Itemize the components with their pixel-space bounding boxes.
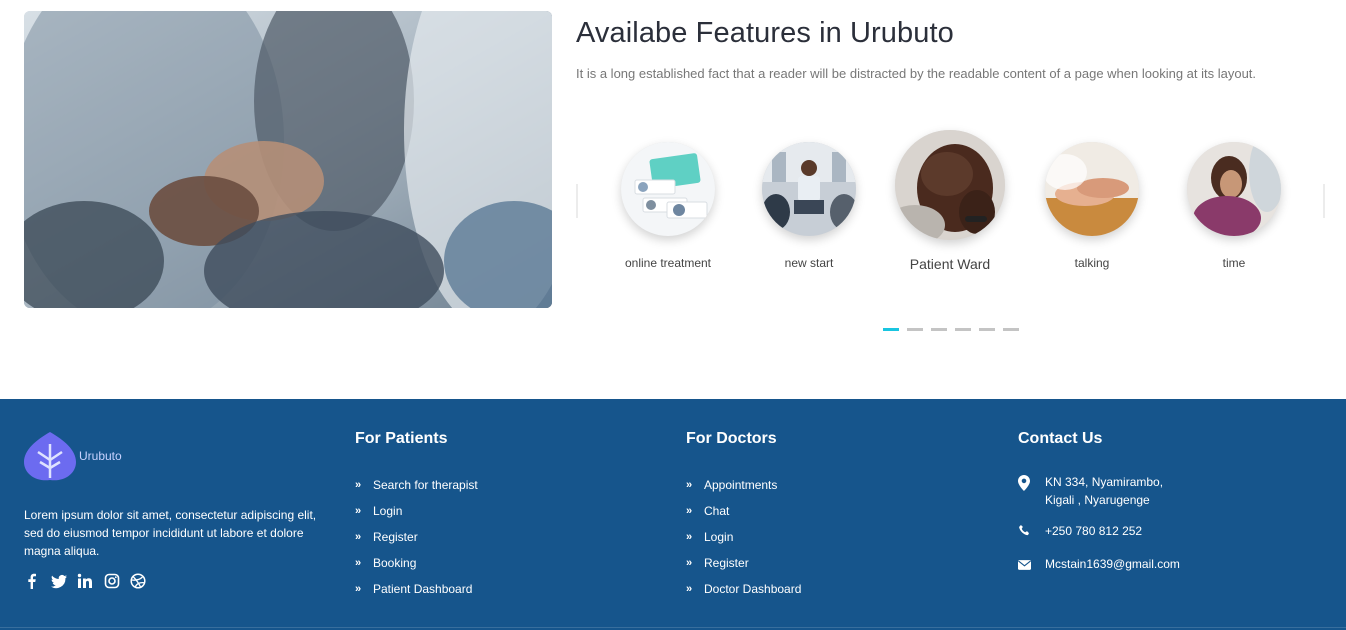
link-label[interactable]: Patient Dashboard <box>373 582 472 596</box>
features-title: Availabe Features in Urubuto <box>576 17 954 49</box>
feature-label: new start <box>784 256 834 270</box>
footer-divider <box>0 627 1346 628</box>
carousel-dot[interactable] <box>955 328 971 331</box>
brand-name[interactable]: Urubuto <box>79 449 122 463</box>
feature-online-treatment[interactable]: online treatment <box>598 142 738 270</box>
link-label[interactable]: Register <box>373 530 418 544</box>
footer-link[interactable]: » Patient Dashboard <box>355 576 478 602</box>
address-line-2: Kigali , Nyarugenge <box>1045 493 1150 507</box>
column-title: For Patients <box>355 430 448 447</box>
carousel-pagination <box>883 328 1019 331</box>
carousel-edge <box>1323 184 1325 218</box>
carousel-dot[interactable] <box>907 328 923 331</box>
footer-column-patients: For Patients » Search for therapist » Logi… <box>355 430 478 602</box>
double-chevron-right-icon: » <box>686 479 693 491</box>
address-line-1: KN 334, Nyamirambo, <box>1045 475 1164 489</box>
contact-email: Mcstain1639@gmail.com <box>1018 555 1180 575</box>
carousel-dot[interactable] <box>979 328 995 331</box>
footer-link[interactable]: » Doctor Dashboard <box>686 576 801 602</box>
link-label[interactable]: Search for therapist <box>373 478 478 492</box>
footer-link[interactable]: » Booking <box>355 550 478 576</box>
footer-link[interactable]: » Login <box>355 498 478 524</box>
online-treatment-image <box>621 142 715 236</box>
new-start-image <box>762 142 856 236</box>
carousel-edge <box>576 184 578 218</box>
contact-address: KN 334, Nyamirambo, Kigali , Nyarugenge <box>1018 473 1180 509</box>
footer-link[interactable]: » Chat <box>686 498 801 524</box>
double-chevron-right-icon: » <box>355 583 362 595</box>
instagram-icon[interactable] <box>104 571 131 591</box>
map-pin-icon <box>1018 473 1045 509</box>
feature-new-start[interactable]: new start <box>739 142 879 270</box>
feature-talking[interactable]: talking <box>1022 142 1162 270</box>
footer-link[interactable]: » Login <box>686 524 801 550</box>
talking-image <box>1045 142 1139 236</box>
footer-column-doctors: For Doctors » Appointments » Chat » Login »… <box>686 430 801 602</box>
urubuto-logo-icon[interactable] <box>24 430 76 482</box>
footer-link[interactable]: » Search for therapist <box>355 472 478 498</box>
facebook-icon[interactable] <box>24 571 51 591</box>
footer-about-text: Lorem ipsum dolor sit amet, consectetur … <box>24 508 317 558</box>
time-image <box>1187 142 1281 236</box>
footer-link[interactable]: » Register <box>355 524 478 550</box>
group-therapy-photo <box>24 11 552 308</box>
link-label[interactable]: Register <box>704 556 749 570</box>
dribbble-icon[interactable] <box>130 571 157 591</box>
feature-patient-ward[interactable]: Patient Ward <box>880 130 1020 272</box>
features-carousel[interactable]: online treatment new start Patient Ward … <box>576 120 1326 290</box>
phone-icon <box>1018 522 1045 542</box>
feature-label: Patient Ward <box>909 256 991 272</box>
link-label[interactable]: Appointments <box>704 478 777 492</box>
feature-label: time <box>1222 256 1246 270</box>
link-label[interactable]: Doctor Dashboard <box>704 582 801 596</box>
email-address[interactable]: Mcstain1639@gmail.com <box>1045 555 1180 575</box>
double-chevron-right-icon: » <box>355 505 362 517</box>
feature-label: online treatment <box>624 256 712 270</box>
double-chevron-right-icon: » <box>355 479 362 491</box>
double-chevron-right-icon: » <box>686 531 693 543</box>
link-label[interactable]: Login <box>704 530 733 544</box>
carousel-dot[interactable] <box>1003 328 1019 331</box>
double-chevron-right-icon: » <box>686 505 693 517</box>
carousel-dot[interactable] <box>931 328 947 331</box>
link-label[interactable]: Login <box>373 504 402 518</box>
feature-time[interactable]: time <box>1164 142 1304 270</box>
features-description: It is a long established fact that a rea… <box>576 66 1257 81</box>
social-links <box>24 571 157 591</box>
patient-ward-image <box>895 130 1005 240</box>
double-chevron-right-icon: » <box>686 583 693 595</box>
contact-phone: +250 780 812 252 <box>1018 522 1180 542</box>
double-chevron-right-icon: » <box>686 557 693 569</box>
carousel-dot[interactable] <box>883 328 899 331</box>
footer-link[interactable]: » Appointments <box>686 472 801 498</box>
feature-label: talking <box>1074 256 1110 270</box>
footer-link[interactable]: » Register <box>686 550 801 576</box>
linkedin-icon[interactable] <box>77 571 104 591</box>
footer-column-contact: Contact Us KN 334, Nyamirambo, Kigali , … <box>1018 430 1180 575</box>
column-title: For Doctors <box>686 430 777 447</box>
double-chevron-right-icon: » <box>355 531 362 543</box>
twitter-icon[interactable] <box>50 571 78 591</box>
link-label[interactable]: Booking <box>373 556 416 570</box>
link-label[interactable]: Chat <box>704 504 729 518</box>
envelope-icon <box>1018 555 1045 575</box>
site-footer: Urubuto Lorem ipsum dolor sit amet, cons… <box>0 399 1346 630</box>
column-title: Contact Us <box>1018 430 1103 447</box>
double-chevron-right-icon: » <box>355 557 362 569</box>
phone-number[interactable]: +250 780 812 252 <box>1045 522 1142 542</box>
